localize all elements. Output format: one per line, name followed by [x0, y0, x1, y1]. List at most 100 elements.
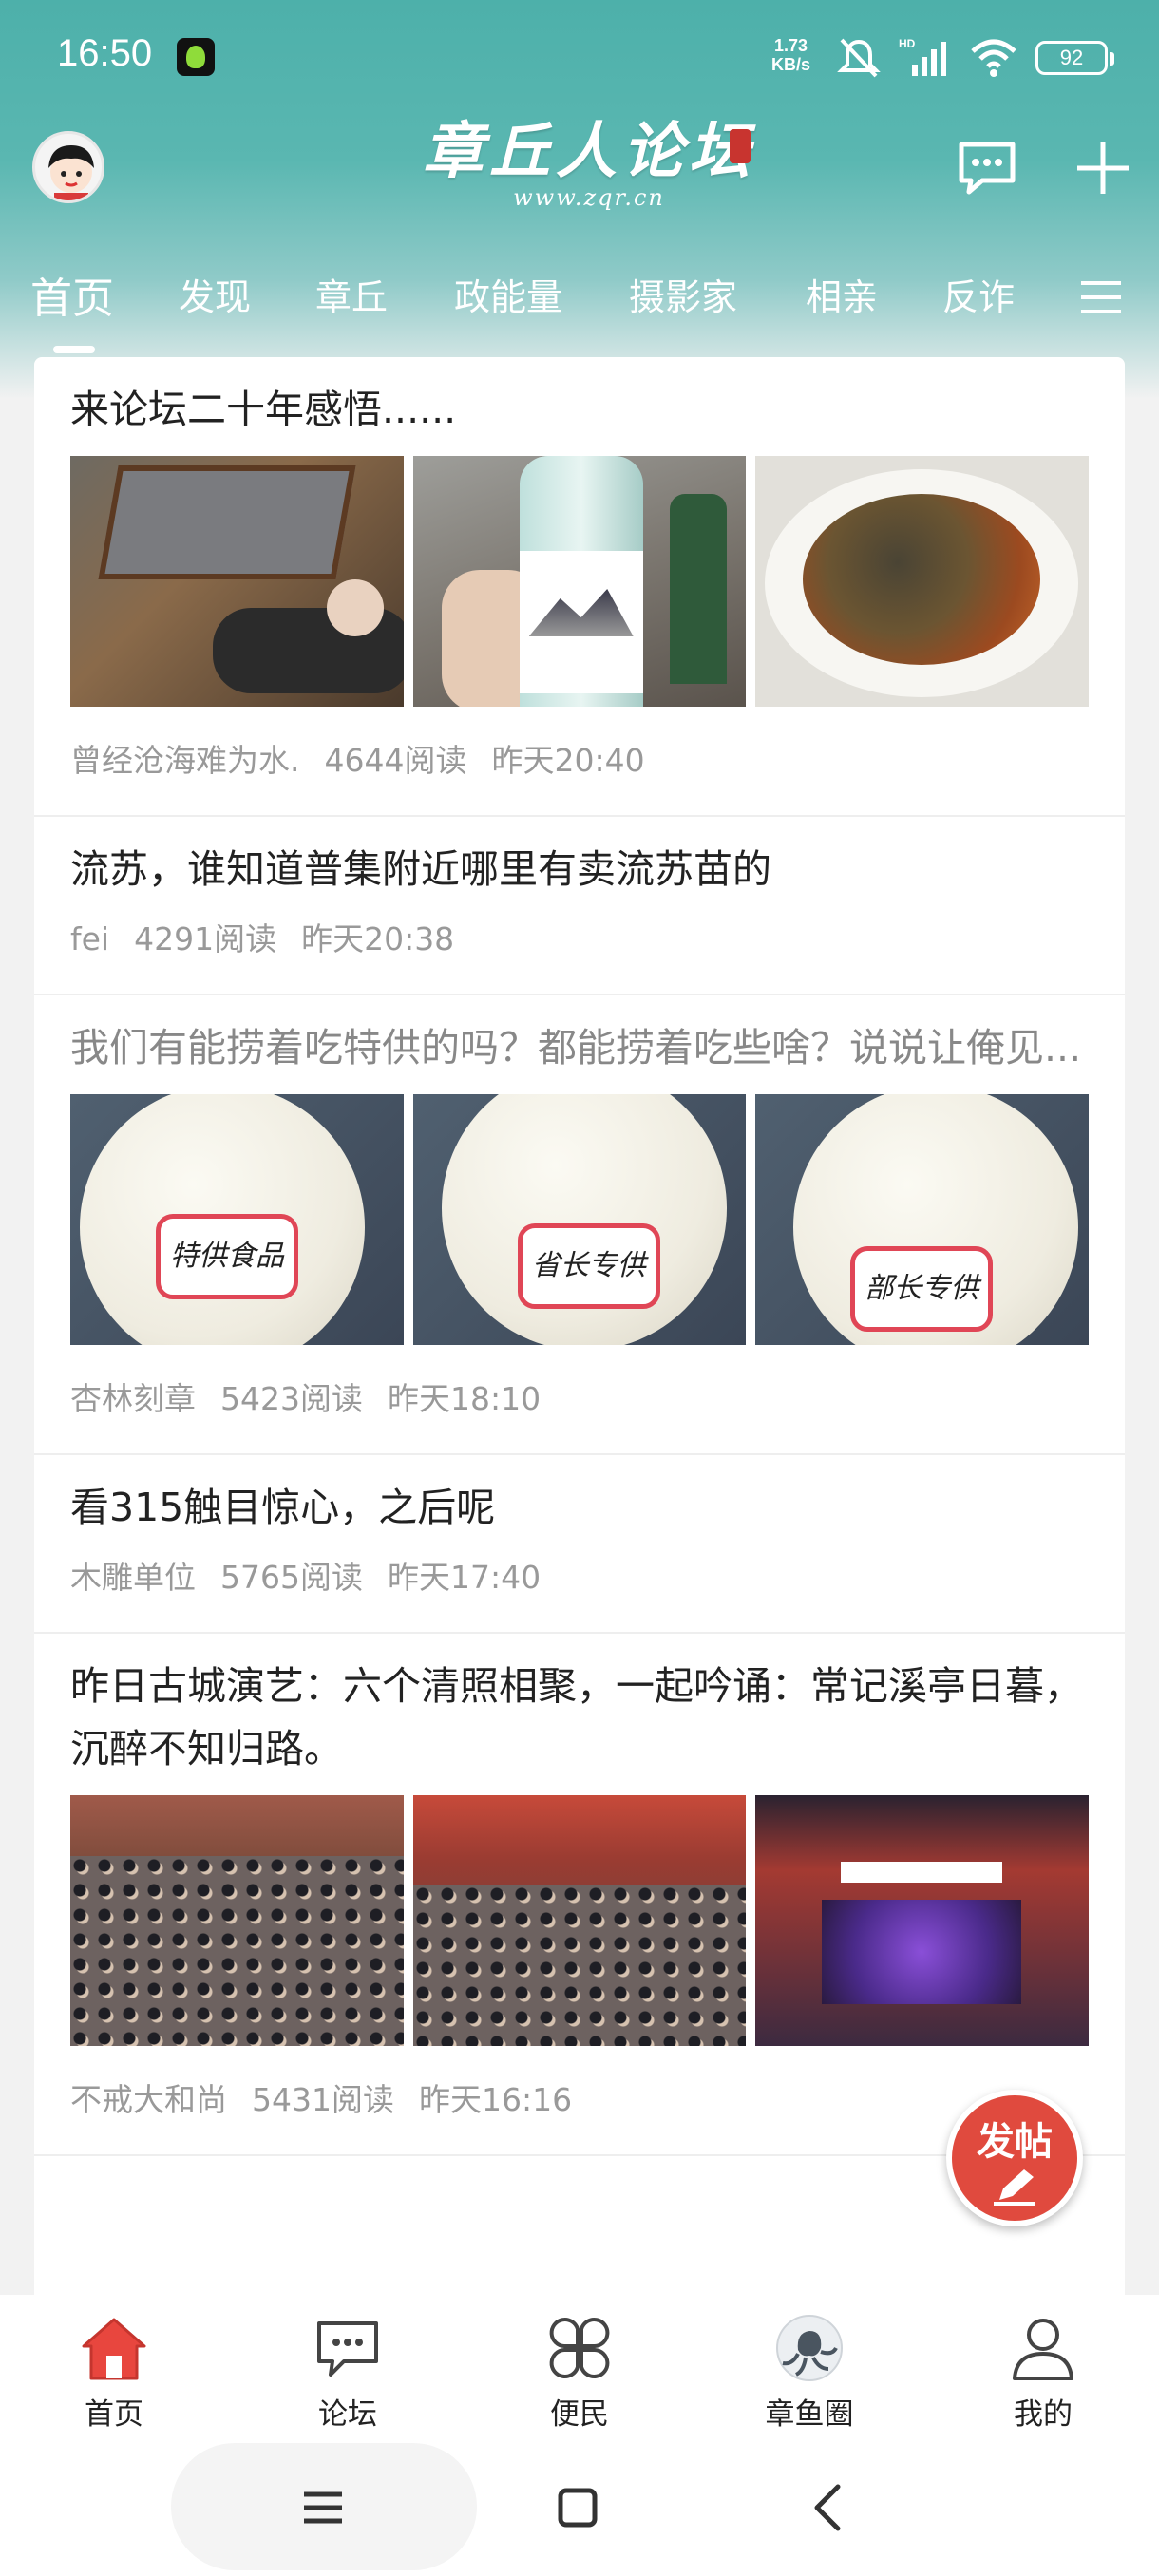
bottom-navigation: 首页 论坛 便民 章鱼圈 我的 — [0, 2295, 1159, 2437]
post-image[interactable]: 省长专供 — [412, 1094, 747, 1345]
post-meta: 杏林刻章 5423阅读 昨天18:10 — [70, 1345, 1089, 1453]
post-author: 木雕单位 — [70, 1559, 196, 1596]
post-feed: 来论坛二十年感悟...... 曾经沧海难为水. 4644阅读 昨天20:40 流苏，… — [34, 357, 1125, 2295]
post-time: 昨天18:10 — [387, 1380, 542, 1417]
tabs-menu-button[interactable] — [1077, 274, 1125, 321]
post-image[interactable] — [70, 1795, 404, 2046]
home-square-icon[interactable] — [549, 2479, 606, 2536]
hamburger-menu-icon — [1081, 281, 1121, 313]
image-tag-text: 特供食品 — [156, 1214, 298, 1299]
logo-title: 章丘人论坛 — [423, 116, 755, 187]
post-item[interactable]: 昨日古城演艺：六个清照相聚，一起吟诵：常记溪亭日暮，沉醉不知归路。 不戒大和尚 5… — [34, 1634, 1125, 2156]
post-time: 昨天20:40 — [491, 742, 645, 779]
message-icon — [959, 142, 1016, 195]
tab-zhangqiu[interactable]: 章丘 — [315, 268, 388, 320]
image-tag-text: 部长专供 — [850, 1246, 994, 1332]
nav-profile[interactable]: 我的 — [967, 2312, 1119, 2433]
nav-label: 章鱼圈 — [765, 2397, 854, 2432]
system-navigation-bar — [0, 2437, 1159, 2576]
post-title[interactable]: 看315触目惊心，之后呢 — [70, 1455, 1089, 1539]
post-image[interactable] — [412, 1795, 747, 2046]
avatar-icon — [48, 145, 94, 200]
plus-icon — [1077, 142, 1129, 194]
post-time: 昨天16:16 — [418, 2081, 573, 2118]
status-bar: 16:50 1.73 KB/s HD 92 — [0, 0, 1159, 114]
new-post-button[interactable]: 发帖 — [946, 2090, 1083, 2226]
pencil-icon — [994, 2169, 1036, 2206]
post-item[interactable]: 我们有能捞着吃特供的吗？都能捞着吃些啥？说说让俺见... 特供食品 省长专供 部… — [34, 995, 1125, 1455]
network-speed-unit: KB/s — [771, 55, 811, 74]
nav-label: 我的 — [1014, 2397, 1073, 2432]
app-logo: 章丘人论坛 www.zqr.cn — [418, 114, 760, 228]
tab-discover[interactable]: 发现 — [179, 268, 251, 320]
post-title[interactable]: 流苏，谁知道普集附近哪里有卖流苏苗的 — [70, 817, 1089, 900]
nav-label: 论坛 — [318, 2397, 377, 2432]
app-notification-icon — [177, 38, 215, 76]
post-images — [70, 456, 1090, 707]
post-meta: fei 4291阅读 昨天20:38 — [70, 900, 1089, 994]
post-reads: 4291阅读 — [134, 920, 277, 957]
post-reads: 5431阅读 — [252, 2081, 394, 2118]
post-image[interactable]: 部长专供 — [755, 1094, 1090, 1345]
post-meta: 不戒大和尚 5431阅读 昨天16:16 — [70, 2046, 1089, 2154]
post-author: 杏林刻章 — [70, 1380, 196, 1417]
post-image[interactable] — [70, 456, 404, 707]
post-reads: 5423阅读 — [220, 1380, 363, 1417]
post-item[interactable]: 流苏，谁知道普集附近哪里有卖流苏苗的 fei 4291阅读 昨天20:38 — [34, 817, 1125, 995]
post-time: 昨天17:40 — [387, 1559, 542, 1596]
post-image[interactable] — [755, 1795, 1090, 2046]
post-title[interactable]: 我们有能捞着吃特供的吗？都能捞着吃些啥？说说让俺见... — [70, 995, 1089, 1079]
post-meta: 曾经沧海难为水. 4644阅读 昨天20:40 — [70, 707, 1089, 815]
tab-positive-energy[interactable]: 政能量 — [454, 268, 562, 320]
back-icon[interactable] — [802, 2479, 859, 2536]
user-avatar[interactable] — [32, 131, 104, 203]
post-images — [70, 1795, 1090, 2046]
post-image[interactable] — [412, 456, 747, 707]
svg-text:HD: HD — [899, 37, 916, 50]
nav-services[interactable]: 便民 — [504, 2312, 656, 2433]
signal-icon: HD — [899, 37, 946, 76]
category-tabs: 首页 发现 章丘 政能量 摄影家 相亲 反诈 — [0, 256, 1159, 353]
app-header: 章丘人论坛 www.zqr.cn — [0, 114, 1159, 237]
tab-photographer[interactable]: 摄影家 — [629, 268, 737, 320]
post-title[interactable]: 昨日古城演艺：六个清照相聚，一起吟诵：常记溪亭日暮，沉醉不知归路。 — [70, 1634, 1089, 1780]
wifi-icon — [971, 39, 1016, 77]
post-author: fei — [70, 920, 110, 957]
image-tag-text: 省长专供 — [517, 1223, 660, 1309]
tab-dating[interactable]: 相亲 — [806, 268, 878, 320]
new-post-label: 发帖 — [977, 2120, 1053, 2164]
nav-label: 首页 — [85, 2397, 143, 2432]
logo-seal-icon — [730, 129, 750, 163]
network-speed-value: 1.73 — [773, 36, 808, 55]
post-reads: 5765阅读 — [220, 1559, 363, 1596]
add-button[interactable] — [1070, 135, 1136, 201]
tab-anti-fraud[interactable]: 反诈 — [942, 268, 1015, 320]
chat-icon — [317, 2321, 378, 2377]
octopus-icon — [776, 2315, 843, 2381]
menu-icon[interactable] — [294, 2479, 352, 2536]
battery-indicator: 92 — [1036, 41, 1114, 75]
post-author: 不戒大和尚 — [70, 2081, 227, 2118]
nav-label: 便民 — [550, 2397, 609, 2432]
nav-home[interactable]: 首页 — [38, 2312, 190, 2433]
tab-home[interactable]: 首页 — [30, 264, 114, 325]
post-meta: 木雕单位 5765阅读 昨天17:40 — [70, 1539, 1089, 1632]
post-title[interactable]: 来论坛二十年感悟...... — [70, 357, 1089, 441]
tab-indicator — [53, 346, 95, 353]
post-item[interactable]: 来论坛二十年感悟...... 曾经沧海难为水. 4644阅读 昨天20:40 — [34, 357, 1125, 817]
post-item[interactable]: 看315触目惊心，之后呢 木雕单位 5765阅读 昨天17:40 — [34, 1455, 1125, 1634]
home-icon — [82, 2318, 146, 2380]
post-image[interactable] — [755, 456, 1090, 707]
nav-forum[interactable]: 论坛 — [272, 2312, 424, 2433]
messages-button[interactable] — [954, 135, 1020, 201]
post-images: 特供食品 省长专供 部长专供 — [70, 1094, 1090, 1345]
nav-octopus-circle[interactable]: 章鱼圈 — [733, 2312, 885, 2433]
post-reads: 4644阅读 — [324, 742, 467, 779]
clover-icon — [549, 2318, 610, 2378]
status-time: 16:50 — [57, 32, 153, 74]
person-icon — [1013, 2319, 1074, 2380]
post-image[interactable]: 特供食品 — [70, 1094, 404, 1345]
mute-icon — [837, 38, 881, 78]
post-time: 昨天20:38 — [301, 920, 455, 957]
post-author: 曾经沧海难为水. — [70, 742, 300, 779]
